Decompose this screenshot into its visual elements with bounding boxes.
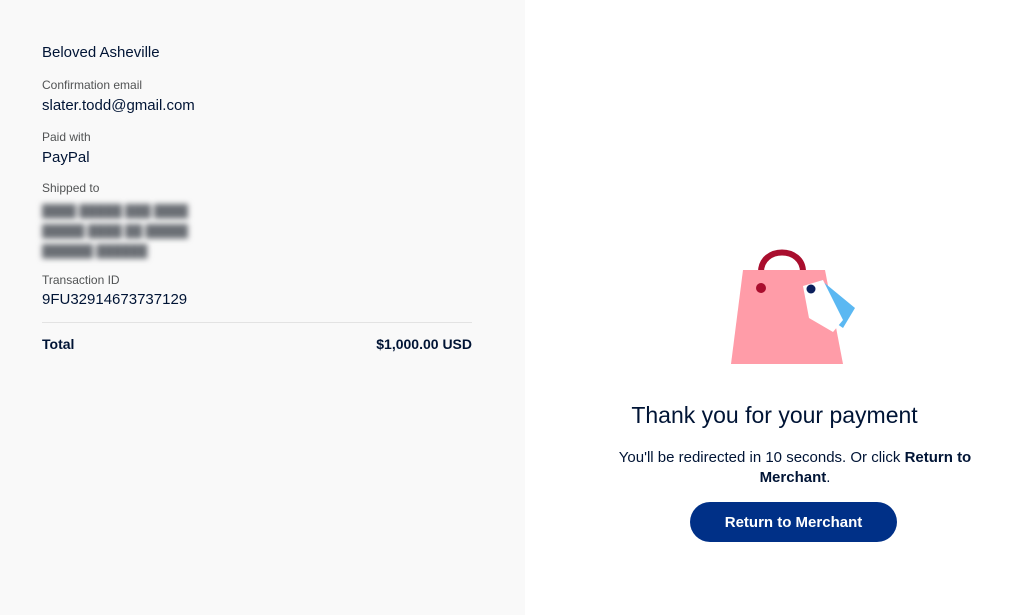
shipped-to-label: Shipped to [42,181,100,195]
redacted-address-line: █████ ████ ██ █████ [42,224,189,238]
redirect-text: You'll be redirected in 10 seconds. Or c… [618,449,905,466]
redirect-end: . [826,469,831,486]
total-value: $1,000.00 USD [376,336,472,352]
shipping-address-redacted: ████ █████ ███ ████ █████ ████ ██ █████ … [42,201,188,261]
confirmation-email-label: Confirmation email [42,78,143,92]
transaction-id-value: 9FU32914673737129 [42,291,188,308]
shopping-bag-with-tag-icon [731,249,855,364]
order-summary-panel: Beloved Asheville Confirmation email sla… [0,0,525,615]
confirmation-panel: Thank you for your payment You'll be red… [525,0,1024,615]
paid-with-label: Paid with [42,130,91,144]
total-label: Total [42,336,75,352]
confirmation-email-value: slater.todd@gmail.com [42,97,195,114]
thank-you-heading: Thank you for your payment [631,402,918,428]
transaction-id-label: Transaction ID [42,273,120,287]
paid-with-value: PayPal [42,149,90,166]
divider [42,322,472,323]
merchant-name: Beloved Asheville [42,44,160,61]
redacted-address-line: ████ █████ ███ ████ [42,204,189,218]
redacted-address-line: ██████ ██████ [42,244,148,258]
redirect-message: You'll be redirected in 10 seconds. Or c… [605,448,985,488]
return-to-merchant-button[interactable]: Return to Merchant [690,502,897,542]
